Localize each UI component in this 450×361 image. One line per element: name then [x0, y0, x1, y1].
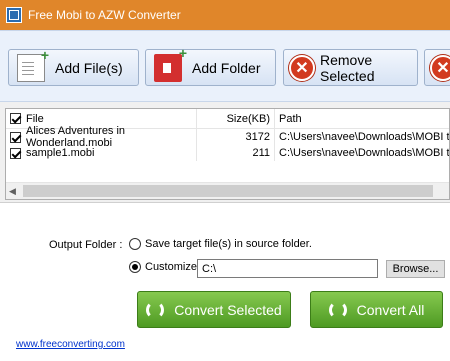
select-all-checkbox[interactable] — [10, 113, 21, 124]
add-folder-icon — [154, 45, 187, 82]
row-size: 211 — [197, 145, 275, 161]
row-path: C:\Users\navee\Downloads\MOBI to... — [279, 131, 449, 143]
convert-selected-label: Convert Selected — [174, 301, 282, 318]
source-folder-radio[interactable] — [129, 238, 141, 250]
source-folder-label: Save target file(s) in source folder. — [145, 238, 312, 250]
convert-selected-button[interactable]: Convert Selected — [137, 291, 291, 328]
table-row[interactable]: Alices Adventures in Wonderland.mobi 317… — [6, 125, 449, 149]
add-file-icon — [17, 47, 49, 82]
convert-icon — [146, 300, 165, 319]
column-file[interactable]: File — [26, 113, 44, 125]
row-checkbox[interactable] — [10, 147, 21, 159]
window-title: Free Mobi to AZW Converter — [28, 8, 181, 22]
customize-radio[interactable] — [129, 261, 141, 273]
remove-icon: ✕ — [289, 54, 315, 81]
browse-button[interactable]: Browse... — [386, 260, 445, 278]
remove-selected-label: Remove Selected — [320, 51, 375, 84]
convert-icon — [328, 300, 347, 319]
title-bar: Free Mobi to AZW Converter — [0, 0, 450, 30]
output-path-input[interactable] — [197, 259, 378, 278]
source-folder-option[interactable]: Save target file(s) in source folder. — [129, 238, 312, 250]
clear-all-button[interactable]: ✕ — [424, 49, 450, 86]
add-files-label: Add File(s) — [55, 59, 123, 76]
scrollbar-thumb[interactable] — [23, 185, 433, 197]
website-link[interactable]: www.freeconverting.com — [16, 339, 125, 350]
customize-option[interactable]: Customize : — [129, 261, 203, 273]
row-path: C:\Users\navee\Downloads\MOBI to... — [279, 147, 449, 159]
column-path[interactable]: Path — [275, 109, 449, 128]
app-icon — [6, 7, 22, 23]
convert-all-button[interactable]: Convert All — [310, 291, 443, 328]
horizontal-scrollbar[interactable]: ◀ — [6, 182, 449, 199]
customize-label: Customize : — [145, 261, 204, 273]
column-size[interactable]: Size(KB) — [197, 109, 275, 128]
output-settings: Output Folder : Save target file(s) in s… — [0, 202, 450, 361]
row-checkbox[interactable] — [10, 131, 21, 143]
row-size: 3172 — [197, 129, 275, 145]
table-row[interactable]: sample1.mobi 211 C:\Users\navee\Download… — [6, 145, 449, 161]
toolbar: Add File(s) Add Folder ✕ Remove Selected… — [0, 30, 450, 102]
clear-icon: ✕ — [430, 54, 450, 81]
scroll-left-icon[interactable]: ◀ — [9, 186, 16, 197]
row-file-name: sample1.mobi — [26, 147, 95, 159]
convert-all-label: Convert All — [356, 301, 425, 318]
add-folder-label: Add Folder — [192, 59, 261, 76]
output-folder-label: Output Folder : — [49, 239, 123, 251]
remove-selected-button[interactable]: ✕ Remove Selected — [283, 49, 418, 86]
file-list: File Size(KB) Path Alices Adventures in … — [5, 108, 450, 200]
add-folder-button[interactable]: Add Folder — [145, 45, 276, 86]
add-files-button[interactable]: Add File(s) — [8, 47, 139, 86]
